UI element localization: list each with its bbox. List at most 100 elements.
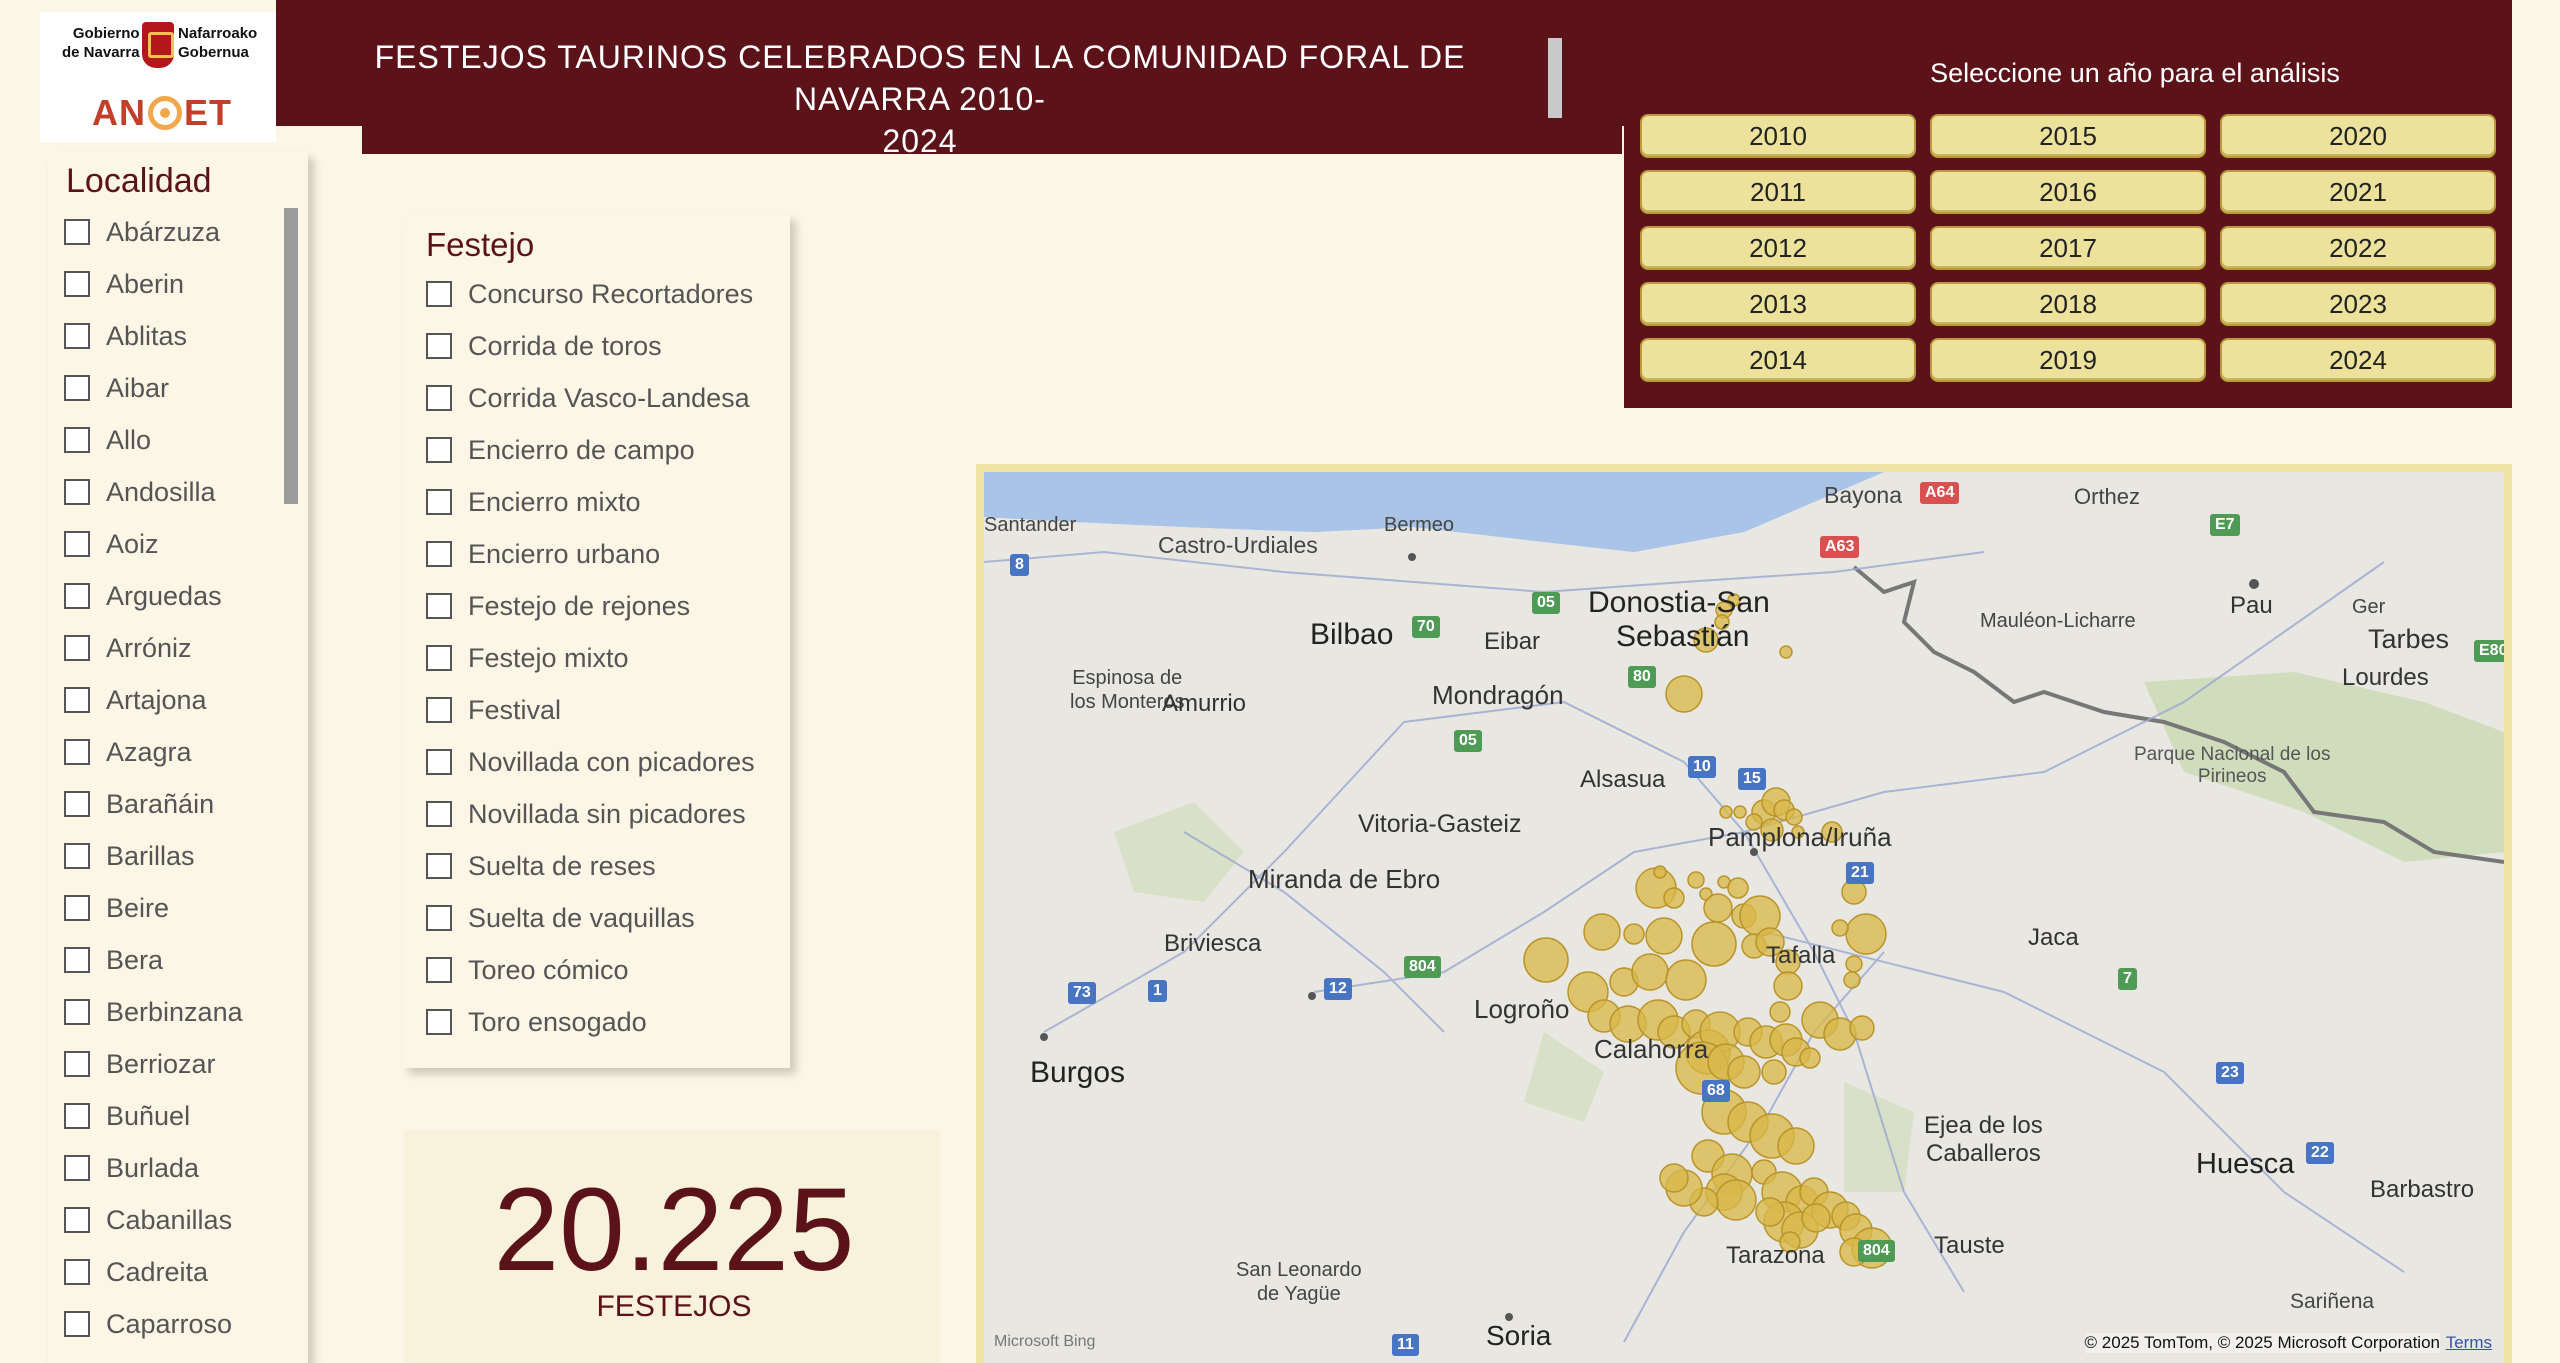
year-button-2024[interactable]: 2024 <box>2220 338 2496 382</box>
localidad-checkbox[interactable] <box>64 1311 90 1337</box>
year-button-2023[interactable]: 2023 <box>2220 282 2496 326</box>
festejo-checkbox[interactable] <box>426 905 452 931</box>
festejo-checkbox[interactable] <box>426 385 452 411</box>
localidad-checkbox[interactable] <box>64 583 90 609</box>
year-button-2011[interactable]: 2011 <box>1640 170 1916 214</box>
year-button-2014[interactable]: 2014 <box>1640 338 1916 382</box>
festejo-checkbox[interactable] <box>426 281 452 307</box>
localidad-item-cadreita[interactable]: Cadreita <box>64 1246 243 1298</box>
location-bubble[interactable] <box>1733 805 1747 819</box>
festejo-checkbox[interactable] <box>426 1009 452 1035</box>
localidad-item-baranain[interactable]: Barañáin <box>64 778 243 830</box>
festejo-checkbox[interactable] <box>426 541 452 567</box>
localidad-item-azagra[interactable]: Azagra <box>64 726 243 778</box>
localidad-item-andosilla[interactable]: Andosilla <box>64 466 243 518</box>
localidad-checkbox[interactable] <box>64 739 90 765</box>
location-bubble[interactable] <box>1523 937 1569 983</box>
location-bubble[interactable] <box>1843 971 1861 989</box>
localidad-checkbox[interactable] <box>64 323 90 349</box>
festejo-item-suelta-de-reses[interactable]: Suelta de reses <box>426 840 755 892</box>
festejo-checkbox[interactable] <box>426 437 452 463</box>
localidad-item-barillas[interactable]: Barillas <box>64 830 243 882</box>
festejo-checkbox[interactable] <box>426 333 452 359</box>
festejo-item-encierro-de-campo[interactable]: Encierro de campo <box>426 424 755 476</box>
location-bubble[interactable] <box>1727 1055 1761 1089</box>
location-bubble[interactable] <box>1845 913 1887 955</box>
localidad-item-allo[interactable]: Allo <box>64 414 243 466</box>
festejo-checkbox[interactable] <box>426 489 452 515</box>
festejo-checkbox[interactable] <box>426 801 452 827</box>
location-bubble[interactable] <box>1727 877 1749 899</box>
localidad-checkbox[interactable] <box>64 1155 90 1181</box>
festejo-item-toreo-comico[interactable]: Toreo cómico <box>426 944 755 996</box>
localidad-checkbox[interactable] <box>64 687 90 713</box>
festejo-item-festejo-mixto[interactable]: Festejo mixto <box>426 632 755 684</box>
localidad-checkbox[interactable] <box>64 635 90 661</box>
festejo-item-corrida-de-toros[interactable]: Corrida de toros <box>426 320 755 372</box>
localidad-checkbox[interactable] <box>64 843 90 869</box>
festejo-item-festival[interactable]: Festival <box>426 684 755 736</box>
localidad-item-abarzuza[interactable]: Abárzuza <box>64 206 243 258</box>
festejo-item-novillada-con-picadores[interactable]: Novillada con picadores <box>426 736 755 788</box>
localidad-item-caparroso[interactable]: Caparroso <box>64 1298 243 1350</box>
location-bubble[interactable] <box>1769 1001 1791 1023</box>
localidad-checkbox[interactable] <box>64 999 90 1025</box>
localidad-item-aibar[interactable]: Aibar <box>64 362 243 414</box>
year-button-2013[interactable]: 2013 <box>1640 282 1916 326</box>
localidad-item-arroniz[interactable]: Arróniz <box>64 622 243 674</box>
festejo-checkbox[interactable] <box>426 593 452 619</box>
location-bubble[interactable] <box>1623 923 1645 945</box>
localidad-item-aoiz[interactable]: Aoiz <box>64 518 243 570</box>
title-scrollbar[interactable] <box>1548 38 1562 118</box>
localidad-item-beire[interactable]: Beire <box>64 882 243 934</box>
location-bubble[interactable] <box>1779 645 1793 659</box>
localidad-item-ablitas[interactable]: Ablitas <box>64 310 243 362</box>
localidad-checkbox[interactable] <box>64 1259 90 1285</box>
year-button-2019[interactable]: 2019 <box>1930 338 2206 382</box>
festejo-checkbox[interactable] <box>426 697 452 723</box>
festejo-item-festejo-de-rejones[interactable]: Festejo de rejones <box>426 580 755 632</box>
year-button-2021[interactable]: 2021 <box>2220 170 2496 214</box>
localidad-item-cabanillas[interactable]: Cabanillas <box>64 1194 243 1246</box>
location-bubble[interactable] <box>1645 917 1683 955</box>
localidad-checkbox[interactable] <box>64 895 90 921</box>
year-button-2022[interactable]: 2022 <box>2220 226 2496 270</box>
localidad-checkbox[interactable] <box>64 219 90 245</box>
location-bubble[interactable] <box>1845 955 1863 973</box>
location-bubble[interactable] <box>1761 1059 1787 1085</box>
location-bubble[interactable] <box>1687 871 1705 889</box>
localidad-item-berbinzana[interactable]: Berbinzana <box>64 986 243 1038</box>
localidad-checkbox[interactable] <box>64 947 90 973</box>
localidad-checkbox[interactable] <box>64 427 90 453</box>
location-bubble[interactable] <box>1715 1179 1757 1221</box>
localidad-checkbox[interactable] <box>64 271 90 297</box>
location-bubble[interactable] <box>1849 1015 1875 1041</box>
location-bubble[interactable] <box>1659 1163 1689 1193</box>
location-bubble[interactable] <box>1583 913 1621 951</box>
localidad-item-berriozar[interactable]: Berriozar <box>64 1038 243 1090</box>
location-bubble[interactable] <box>1691 921 1737 967</box>
location-bubble[interactable] <box>1703 893 1733 923</box>
location-bubble[interactable] <box>1799 1047 1821 1069</box>
localidad-item-bera[interactable]: Bera <box>64 934 243 986</box>
year-button-2015[interactable]: 2015 <box>1930 114 2206 158</box>
festejo-checkbox[interactable] <box>426 749 452 775</box>
localidad-checkbox[interactable] <box>64 791 90 817</box>
festejo-item-concurso-recortadores[interactable]: Concurso Recortadores <box>426 268 755 320</box>
location-bubble[interactable] <box>1663 887 1685 909</box>
festejo-item-suelta-de-vaquillas[interactable]: Suelta de vaquillas <box>426 892 755 944</box>
terms-link[interactable]: Terms <box>2446 1333 2492 1353</box>
location-bubble[interactable] <box>1801 1203 1831 1233</box>
location-bubble[interactable] <box>1665 959 1707 1001</box>
festejo-item-novillada-sin-picadores[interactable]: Novillada sin picadores <box>426 788 755 840</box>
localidad-checkbox[interactable] <box>64 1103 90 1129</box>
location-bubble[interactable] <box>1719 805 1733 819</box>
festejo-item-encierro-mixto[interactable]: Encierro mixto <box>426 476 755 528</box>
location-bubble[interactable] <box>1631 953 1669 991</box>
localidad-item-burlada[interactable]: Burlada <box>64 1142 243 1194</box>
localidad-item-bunuel[interactable]: Buñuel <box>64 1090 243 1142</box>
festejo-item-toro-ensogado[interactable]: Toro ensogado <box>426 996 755 1048</box>
localidad-item-aberin[interactable]: Aberin <box>64 258 243 310</box>
location-bubble[interactable] <box>1831 919 1849 937</box>
localidad-item-artajona[interactable]: Artajona <box>64 674 243 726</box>
